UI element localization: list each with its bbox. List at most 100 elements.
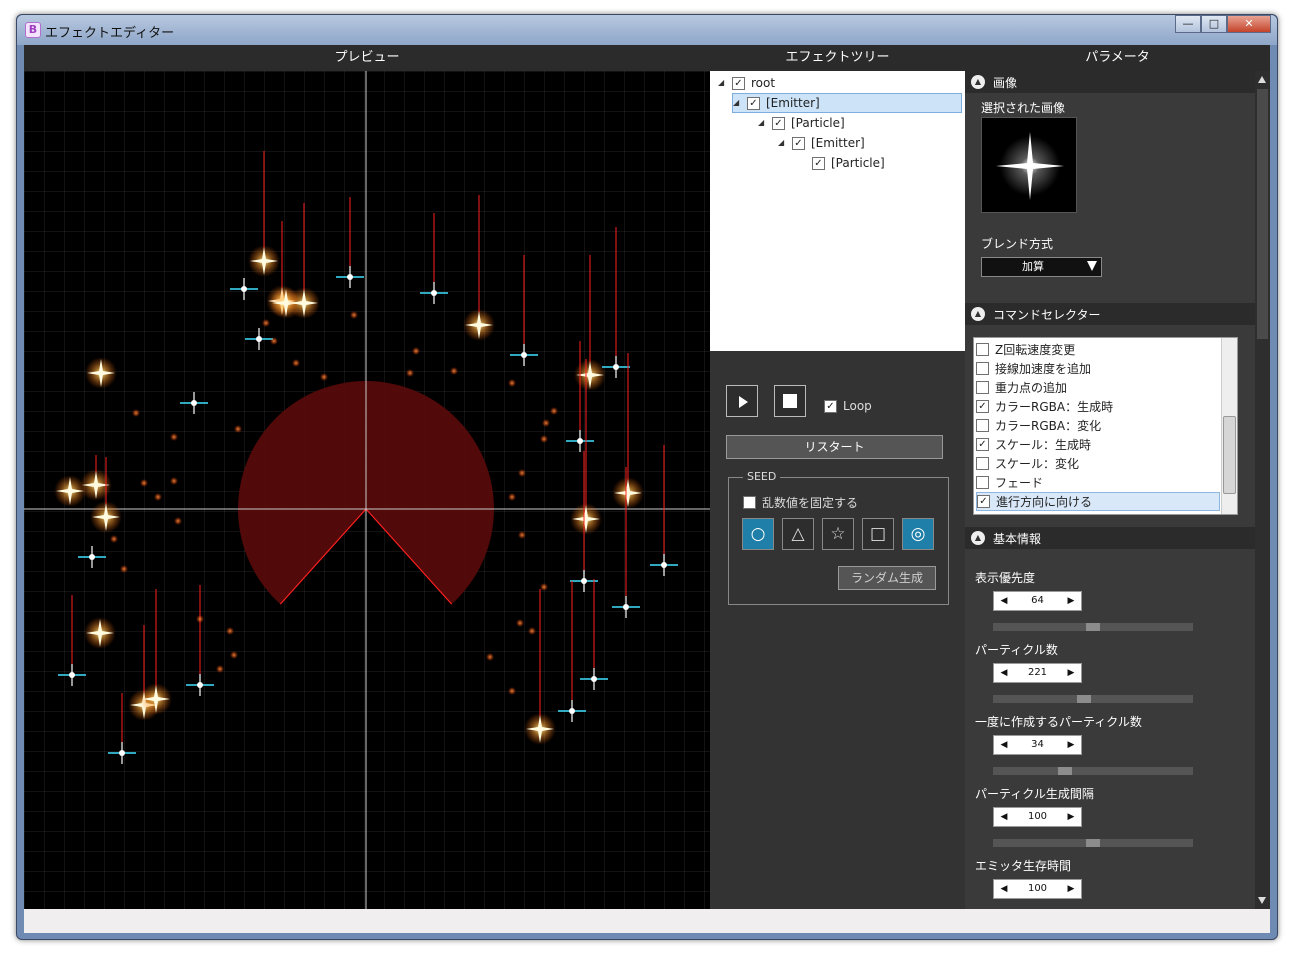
scroll-down-icon[interactable] bbox=[1258, 897, 1266, 904]
expand-arrow-icon[interactable]: ◢ bbox=[733, 93, 743, 113]
restart-button[interactable]: リスタート bbox=[726, 435, 943, 459]
basic-section-header[interactable]: ▲ 基本情報 bbox=[965, 527, 1255, 549]
slider-knob[interactable] bbox=[1077, 695, 1091, 703]
title-bar[interactable]: B エフェクトエディター — □ ✕ bbox=[17, 15, 1277, 45]
ember-particle bbox=[540, 583, 548, 591]
command-list-scrollbar[interactable] bbox=[1221, 338, 1237, 514]
particle-count-slider[interactable] bbox=[993, 695, 1193, 703]
chevron-up-icon[interactable]: ▲ bbox=[971, 531, 985, 545]
command-checkbox[interactable] bbox=[976, 343, 989, 356]
command-checkbox[interactable] bbox=[976, 457, 989, 470]
chevron-up-icon[interactable]: ▲ bbox=[971, 307, 985, 321]
tree-node-emitter[interactable]: ◢ ✓ [Emitter] bbox=[732, 93, 962, 113]
command-item[interactable]: フェード bbox=[976, 473, 1220, 492]
shape-ring-button[interactable]: ◎ bbox=[902, 518, 934, 550]
particle-count-stepper[interactable]: ◀ 221 ▶ bbox=[993, 663, 1082, 683]
expand-arrow-icon[interactable]: ◢ bbox=[758, 113, 768, 133]
preview-canvas[interactable] bbox=[24, 71, 710, 909]
command-item[interactable]: カラーRGBA：変化 bbox=[976, 416, 1220, 435]
minimize-button[interactable]: — bbox=[1175, 15, 1201, 33]
decrement-arrow-icon[interactable]: ◀ bbox=[997, 880, 1011, 898]
play-button[interactable] bbox=[726, 385, 758, 417]
shape-triangle-button[interactable]: △ bbox=[782, 518, 814, 550]
shape-star-button[interactable]: ☆ bbox=[822, 518, 854, 550]
command-list[interactable]: Z回転速度変更 接線加速度を追加 重力点の追加 ✓ カラーRGBA：生成時 カラー… bbox=[973, 337, 1238, 515]
command-checkbox[interactable]: ✓ bbox=[976, 438, 989, 451]
ember-particle bbox=[412, 347, 420, 355]
tree-node-checkbox[interactable]: ✓ bbox=[812, 156, 825, 170]
stepper-value[interactable]: 100 bbox=[1028, 883, 1047, 894]
command-checkbox[interactable]: ✓ bbox=[976, 400, 989, 413]
decrement-arrow-icon[interactable]: ◀ bbox=[997, 664, 1011, 682]
expand-arrow-icon[interactable]: ◢ bbox=[778, 133, 788, 153]
decrement-arrow-icon[interactable]: ◀ bbox=[997, 592, 1011, 610]
close-button[interactable]: ✕ bbox=[1227, 15, 1271, 33]
command-item[interactable]: ✓ 進行方向に向ける bbox=[976, 492, 1220, 511]
loop-toggle[interactable]: ✓ Loop bbox=[824, 399, 872, 413]
random-generate-button[interactable]: ランダム生成 bbox=[838, 566, 936, 590]
decrement-arrow-icon[interactable]: ◀ bbox=[997, 808, 1011, 826]
tree-node-checkbox[interactable]: ✓ bbox=[772, 116, 785, 130]
priority-stepper[interactable]: ◀ 64 ▶ bbox=[993, 591, 1082, 611]
increment-arrow-icon[interactable]: ▶ bbox=[1064, 736, 1078, 754]
scroll-up-icon[interactable] bbox=[1258, 76, 1266, 83]
chevron-down-icon[interactable] bbox=[1087, 261, 1097, 271]
loop-checkbox[interactable]: ✓ bbox=[824, 399, 837, 413]
stepper-value[interactable]: 100 bbox=[1028, 811, 1047, 822]
expand-arrow-icon[interactable]: ◢ bbox=[718, 73, 728, 93]
stepper-value[interactable]: 64 bbox=[1031, 595, 1044, 606]
tree-node-particle[interactable]: ◢ ✓ [Particle] bbox=[758, 113, 845, 133]
slider-knob[interactable] bbox=[1086, 623, 1100, 631]
tree-node-checkbox[interactable]: ✓ bbox=[732, 76, 745, 90]
increment-arrow-icon[interactable]: ▶ bbox=[1064, 664, 1078, 682]
scrollbar-thumb[interactable] bbox=[1223, 416, 1236, 494]
effect-tree[interactable]: ◢ ✓ root ◢ ✓ [Emitter] ◢ ✓ [Particle] ◢ … bbox=[710, 71, 965, 351]
tree-node-particle-child[interactable]: ✓ [Particle] bbox=[812, 153, 885, 173]
seed-fix-checkbox[interactable] bbox=[743, 496, 756, 509]
stepper-value[interactable]: 34 bbox=[1031, 739, 1044, 750]
maximize-button[interactable]: □ bbox=[1201, 15, 1227, 33]
increment-arrow-icon[interactable]: ▶ bbox=[1064, 880, 1078, 898]
slider-knob[interactable] bbox=[1058, 767, 1072, 775]
cyan-particle-core bbox=[347, 274, 353, 280]
batch-count-stepper[interactable]: ◀ 34 ▶ bbox=[993, 735, 1082, 755]
parameter-scrollbar[interactable] bbox=[1255, 71, 1270, 909]
tree-node-emitter-child[interactable]: ◢ ✓ [Emitter] bbox=[778, 133, 865, 153]
spawn-interval-stepper[interactable]: ◀ 100 ▶ bbox=[993, 807, 1082, 827]
emitter-lifetime-stepper[interactable]: ◀ 100 ▶ bbox=[993, 879, 1082, 899]
command-item[interactable]: 重力点の追加 bbox=[976, 378, 1220, 397]
tree-node-checkbox[interactable]: ✓ bbox=[792, 136, 805, 150]
command-checkbox[interactable] bbox=[976, 476, 989, 489]
command-item[interactable]: ✓ カラーRGBA：生成時 bbox=[976, 397, 1220, 416]
priority-slider[interactable] bbox=[993, 623, 1193, 631]
command-item[interactable]: 接線加速度を追加 bbox=[976, 359, 1220, 378]
ember-particle bbox=[154, 493, 162, 501]
spawn-interval-slider[interactable] bbox=[993, 839, 1193, 847]
command-section-header[interactable]: ▲ コマンドセレクター bbox=[965, 303, 1255, 325]
increment-arrow-icon[interactable]: ▶ bbox=[1064, 592, 1078, 610]
command-checkbox[interactable]: ✓ bbox=[977, 495, 990, 508]
command-item[interactable]: ✓ スケール：生成時 bbox=[976, 435, 1220, 454]
stepper-value[interactable]: 221 bbox=[1028, 667, 1047, 678]
decrement-arrow-icon[interactable]: ◀ bbox=[997, 736, 1011, 754]
image-section-header[interactable]: ▲ 画像 bbox=[965, 71, 1255, 93]
field-label: パーティクル数 bbox=[975, 643, 1058, 657]
shape-square-button[interactable]: □ bbox=[862, 518, 894, 550]
command-checkbox[interactable] bbox=[976, 362, 989, 375]
tree-node-checkbox[interactable]: ✓ bbox=[747, 96, 760, 110]
blend-mode-select[interactable]: 加算 bbox=[981, 257, 1102, 277]
slider-knob[interactable] bbox=[1086, 839, 1100, 847]
command-item[interactable]: スケール：変化 bbox=[976, 454, 1220, 473]
command-item[interactable]: Z回転速度変更 bbox=[976, 340, 1220, 359]
tree-node-root[interactable]: ◢ ✓ root bbox=[718, 73, 775, 93]
command-checkbox[interactable] bbox=[976, 381, 989, 394]
stop-button[interactable] bbox=[774, 385, 806, 417]
selected-image-preview[interactable] bbox=[981, 117, 1077, 213]
increment-arrow-icon[interactable]: ▶ bbox=[1064, 808, 1078, 826]
shape-circle-button[interactable]: ○ bbox=[742, 518, 774, 550]
command-checkbox[interactable] bbox=[976, 419, 989, 432]
seed-fix-toggle[interactable]: 乱数値を固定する bbox=[743, 494, 858, 511]
chevron-up-icon[interactable]: ▲ bbox=[971, 75, 985, 89]
scrollbar-thumb[interactable] bbox=[1257, 89, 1268, 339]
batch-count-slider[interactable] bbox=[993, 767, 1193, 775]
